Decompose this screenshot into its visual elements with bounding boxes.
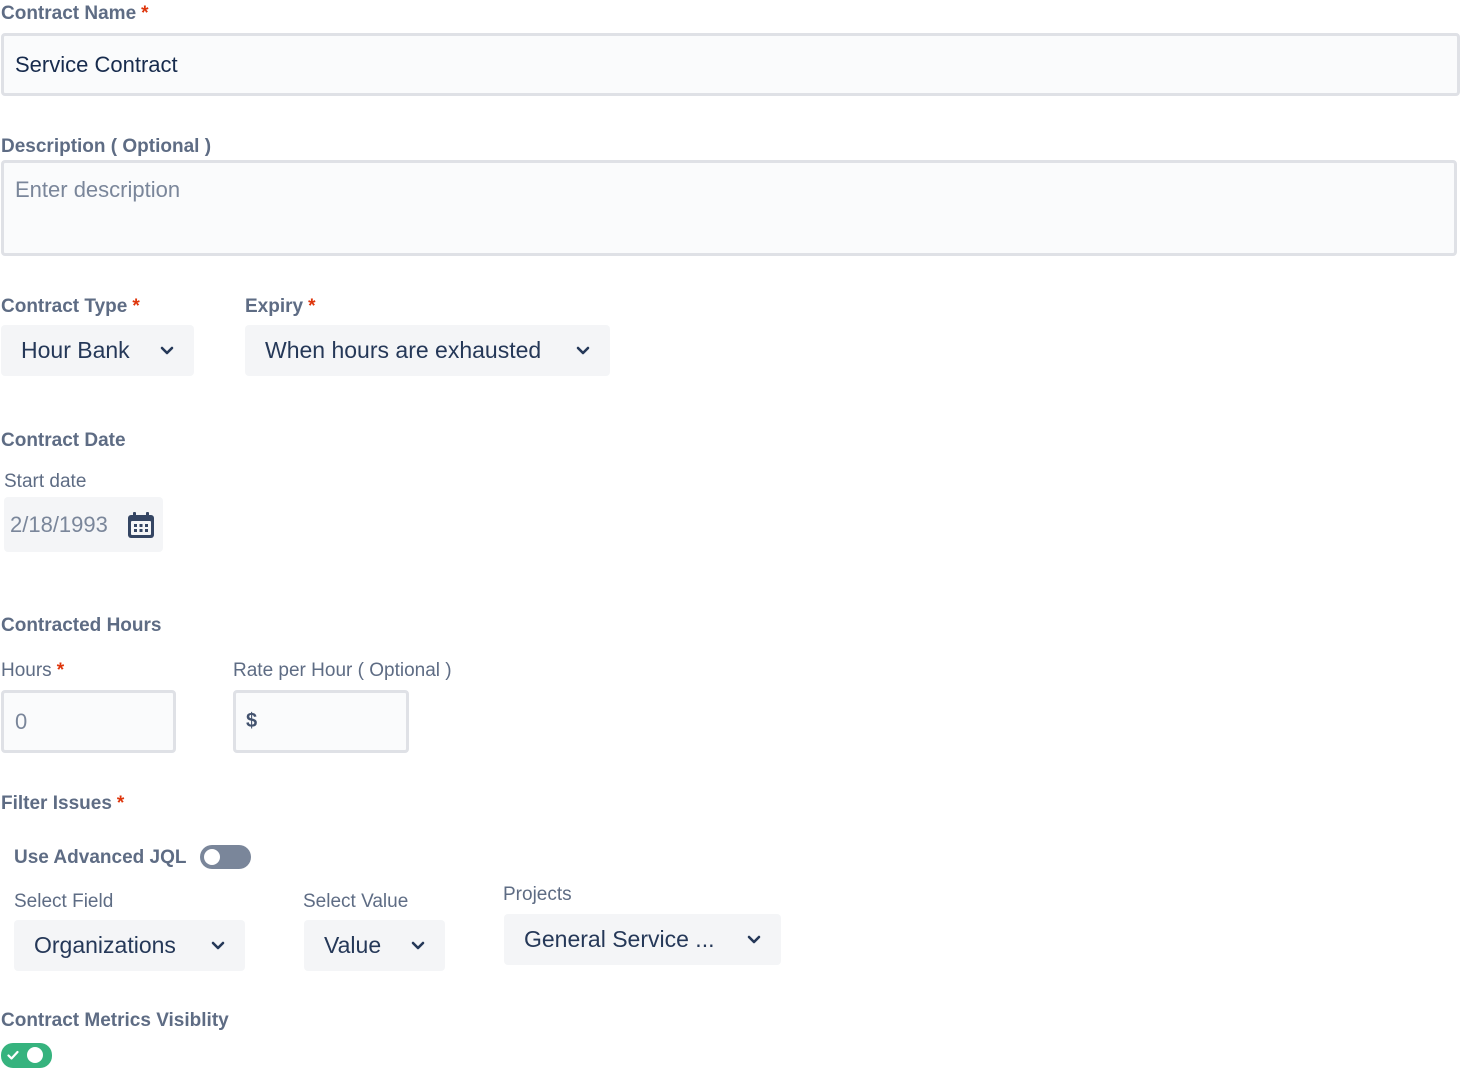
chevron-down-icon (160, 346, 174, 354)
contract-type-label-text: Contract Type (1, 296, 128, 317)
advanced-jql-label: Use Advanced JQL (14, 847, 187, 868)
required-marker: * (116, 793, 125, 814)
expiry-label: Expiry * (245, 296, 316, 318)
chevron-down-icon (211, 941, 225, 949)
contract-type-select[interactable]: Hour Bank (1, 325, 194, 376)
hours-label-text: Hours (1, 660, 52, 681)
start-date-picker[interactable] (4, 497, 163, 552)
rate-per-hour-input[interactable] (233, 690, 409, 753)
contract-date-heading: Contract Date (1, 430, 126, 451)
start-date-label: Start date (4, 471, 87, 492)
expiry-label-text: Expiry (245, 296, 304, 317)
check-icon (7, 1050, 19, 1060)
hours-label: Hours * (1, 660, 64, 682)
rate-per-hour-field[interactable]: $ (233, 690, 409, 753)
select-value-dropdown[interactable]: Value (304, 920, 445, 971)
filter-issues-heading-text: Filter Issues (1, 793, 112, 814)
required-marker: * (308, 296, 316, 317)
chevron-down-icon (411, 941, 425, 949)
filter-issues-heading: Filter Issues * (1, 793, 124, 815)
toggle-knob (27, 1047, 43, 1063)
contract-name-label: Contract Name * (1, 3, 149, 25)
projects-selected-value: General Service ... (524, 926, 715, 952)
projects-dropdown[interactable]: General Service ... (504, 914, 781, 965)
calendar-icon[interactable] (126, 510, 156, 540)
select-field-label: Select Field (14, 891, 114, 912)
chevron-down-icon (747, 935, 761, 943)
rate-per-hour-label: Rate per Hour ( Optional ) (233, 660, 452, 681)
select-value-selected-value: Value (324, 932, 382, 958)
start-date-input[interactable] (10, 511, 120, 538)
select-field-dropdown[interactable]: Organizations (14, 920, 245, 971)
toggle-knob (204, 849, 220, 865)
select-field-selected-value: Organizations (34, 932, 176, 958)
contract-type-selected-value: Hour Bank (21, 337, 130, 363)
required-marker: * (141, 3, 149, 24)
contract-type-label: Contract Type * (1, 296, 140, 318)
metrics-visibility-label: Contract Metrics Visiblity (1, 1010, 229, 1031)
expiry-selected-value: When hours are exhausted (265, 337, 542, 363)
metrics-visibility-toggle[interactable] (1, 1043, 52, 1068)
required-marker: * (56, 660, 65, 681)
contracted-hours-heading: Contracted Hours (1, 615, 162, 636)
required-marker: * (132, 296, 140, 317)
description-input[interactable] (1, 160, 1457, 256)
projects-label: Projects (503, 884, 572, 905)
description-label: Description ( Optional ) (1, 136, 212, 157)
chevron-down-icon (576, 346, 590, 354)
expiry-select[interactable]: When hours are exhausted (245, 325, 610, 376)
select-value-label: Select Value (303, 891, 409, 912)
hours-input[interactable] (1, 690, 176, 753)
contract-name-input[interactable] (1, 33, 1460, 96)
currency-symbol: $ (246, 710, 258, 732)
contract-name-label-text: Contract Name (1, 3, 137, 24)
advanced-jql-toggle[interactable] (200, 845, 251, 869)
